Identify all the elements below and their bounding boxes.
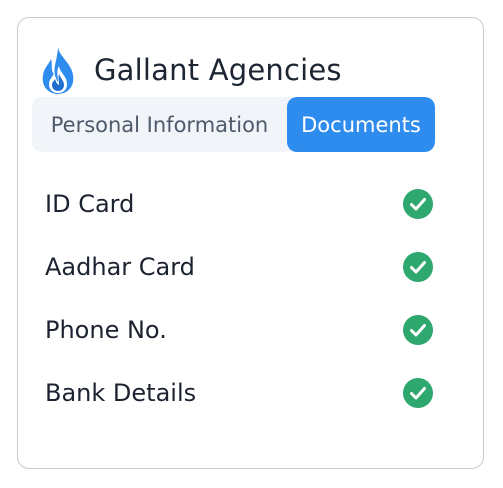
check-circle-icon xyxy=(403,377,433,408)
document-item-aadhar-card: Aadhar Card xyxy=(45,235,435,298)
document-item-bank-details: Bank Details xyxy=(45,361,435,424)
flame-icon xyxy=(42,46,74,94)
document-label: ID Card xyxy=(45,189,135,218)
document-label: Aadhar Card xyxy=(45,252,195,281)
document-label: Phone No. xyxy=(45,315,167,344)
check-circle-icon xyxy=(403,251,433,282)
document-item-phone-no: Phone No. xyxy=(45,298,435,361)
brand-name: Gallant Agencies xyxy=(94,53,342,87)
document-item-id-card: ID Card xyxy=(45,172,435,235)
document-list: ID Card Aadhar Card Phone No. Bank Detai… xyxy=(45,172,435,424)
tab-documents[interactable]: Documents xyxy=(287,97,435,152)
check-circle-icon xyxy=(403,314,433,345)
tab-bar: Personal Information Documents xyxy=(32,97,435,152)
document-label: Bank Details xyxy=(45,378,197,407)
brand-header: Gallant Agencies xyxy=(38,38,342,102)
check-circle-icon xyxy=(403,188,433,219)
tab-personal-information[interactable]: Personal Information xyxy=(32,97,287,152)
